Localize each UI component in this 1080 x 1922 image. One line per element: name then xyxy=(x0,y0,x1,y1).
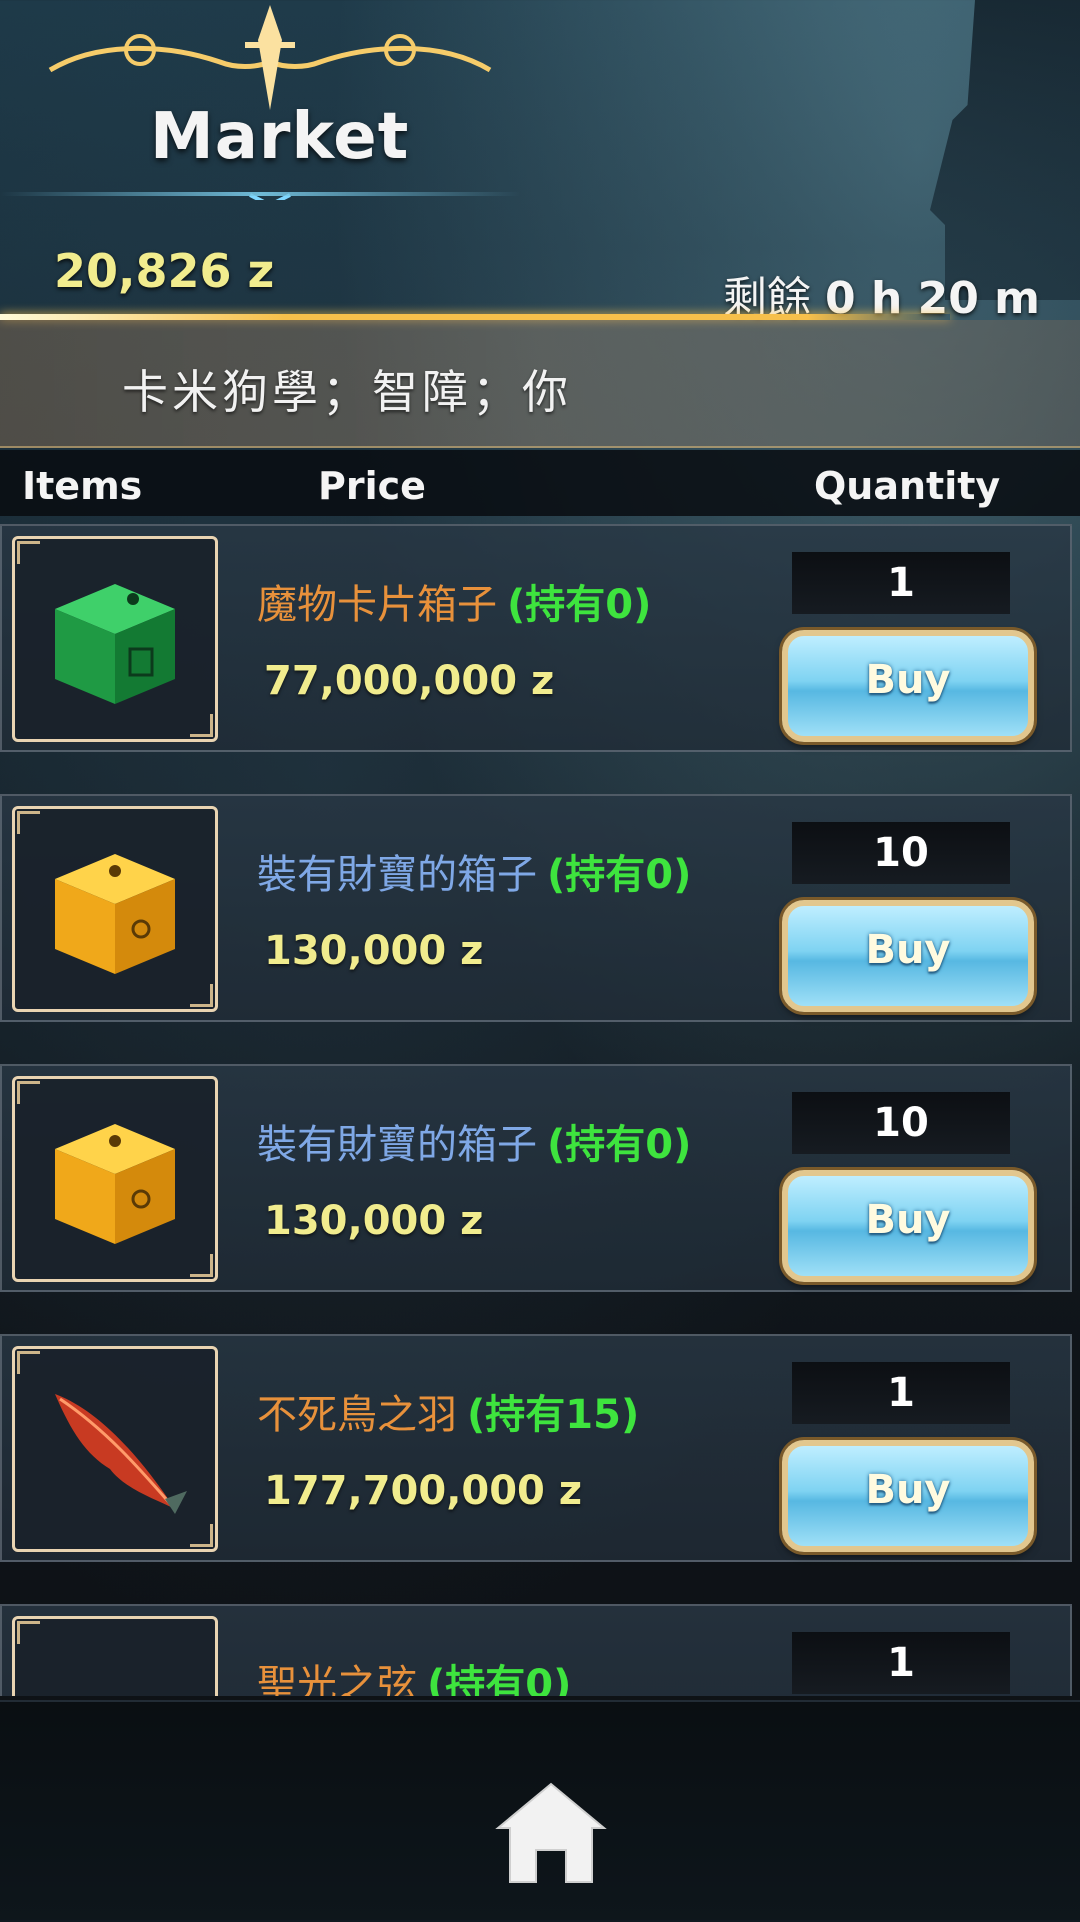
home-icon[interactable] xyxy=(488,1778,614,1888)
item-name-text: 聖光之弦 xyxy=(257,1662,417,1696)
buy-button[interactable]: Buy xyxy=(782,630,1034,742)
item-name-text: 裝有財寶的箱子 xyxy=(257,1122,537,1168)
owned-count: (持有0) xyxy=(507,582,652,628)
banner-text: 卡米狗學；智障；你 xyxy=(122,365,572,419)
item-name-text: 魔物卡片箱子 xyxy=(257,582,497,628)
frame-corner xyxy=(17,1351,40,1374)
item-name: 不死鳥之羽 (持有15) xyxy=(257,1382,639,1440)
column-items: Items xyxy=(22,464,143,508)
item-thumbnail[interactable] xyxy=(12,1346,218,1552)
item-name: 裝有財寶的箱子 (持有0) xyxy=(257,1112,691,1170)
list-item: 不死鳥之羽 (持有15) 177,700,000 z 1 Buy xyxy=(0,1334,1072,1562)
item-name: 魔物卡片箱子 (持有0) xyxy=(257,572,651,630)
owned-count: (持有15) xyxy=(467,1392,640,1438)
frame-corner xyxy=(190,1524,213,1547)
item-price: 130,000 z xyxy=(264,1198,484,1244)
message-banner: 卡米狗學；智障；你 xyxy=(0,320,1080,448)
buy-button[interactable]: Buy xyxy=(782,900,1034,1012)
bottom-bar xyxy=(0,1700,1080,1922)
phoenix-feather-icon xyxy=(55,1394,187,1514)
owned-count: (持有0) xyxy=(427,1662,572,1696)
item-price: 177,700,000 z xyxy=(264,1468,583,1514)
item-price: 77,000,000 z xyxy=(264,658,555,704)
item-thumbnail[interactable] xyxy=(12,1076,218,1282)
buy-button[interactable]: Buy xyxy=(782,1170,1034,1282)
list-item: 裝有財寶的箱子 (持有0) 130,000 z 10 Buy xyxy=(0,794,1072,1022)
quantity-field[interactable]: 1 xyxy=(792,552,1010,614)
quantity-field[interactable]: 10 xyxy=(792,822,1010,884)
item-thumbnail[interactable] xyxy=(12,806,218,1012)
item-thumbnail[interactable] xyxy=(12,536,218,742)
column-quantity: Quantity xyxy=(814,464,1001,508)
item-name-text: 不死鳥之羽 xyxy=(257,1392,457,1438)
gold-box-icon xyxy=(55,854,175,974)
quantity-field[interactable]: 1 xyxy=(792,1362,1010,1424)
title-underline xyxy=(0,192,520,196)
item-thumbnail[interactable] xyxy=(12,1616,218,1696)
gold-box-icon xyxy=(55,1124,175,1244)
column-price: Price xyxy=(318,464,426,508)
frame-corner xyxy=(17,541,40,564)
quantity-field[interactable]: 10 xyxy=(792,1092,1010,1154)
frame-corner xyxy=(190,714,213,737)
frame-corner xyxy=(17,1621,40,1644)
frame-corner xyxy=(190,1254,213,1277)
item-price: 130,000 z xyxy=(264,928,484,974)
zeny-balance: 20,826 z xyxy=(54,244,275,298)
list-item: 裝有財寶的箱子 (持有0) 130,000 z 10 Buy xyxy=(0,1064,1072,1292)
item-name: 裝有財寶的箱子 (持有0) xyxy=(257,842,691,900)
market-list[interactable]: 魔物卡片箱子 (持有0) 77,000,000 z 1 Buy 裝有財寶的箱子 (持… xyxy=(0,524,1080,1696)
column-header: Items Price Quantity xyxy=(0,450,1080,516)
frame-corner xyxy=(190,984,213,1007)
item-name-text: 裝有財寶的箱子 xyxy=(257,852,537,898)
quantity-field[interactable]: 1 xyxy=(792,1632,1010,1694)
item-name: 聖光之弦 (持有0) xyxy=(257,1652,571,1696)
owned-count: (持有0) xyxy=(547,1122,692,1168)
owned-count: (持有0) xyxy=(547,852,692,898)
market-header: Market 20,826 z 剩餘 0 h 20 m 卡米狗學；智障；你 xyxy=(0,0,1080,448)
frame-corner xyxy=(17,1081,40,1104)
frame-corner xyxy=(17,811,40,834)
list-item: 聖光之弦 (持有0) 1 xyxy=(0,1604,1072,1696)
green-box-icon xyxy=(55,584,175,704)
list-item: 魔物卡片箱子 (持有0) 77,000,000 z 1 Buy xyxy=(0,524,1072,752)
buy-button[interactable]: Buy xyxy=(782,1440,1034,1552)
page-title: Market xyxy=(150,100,410,174)
